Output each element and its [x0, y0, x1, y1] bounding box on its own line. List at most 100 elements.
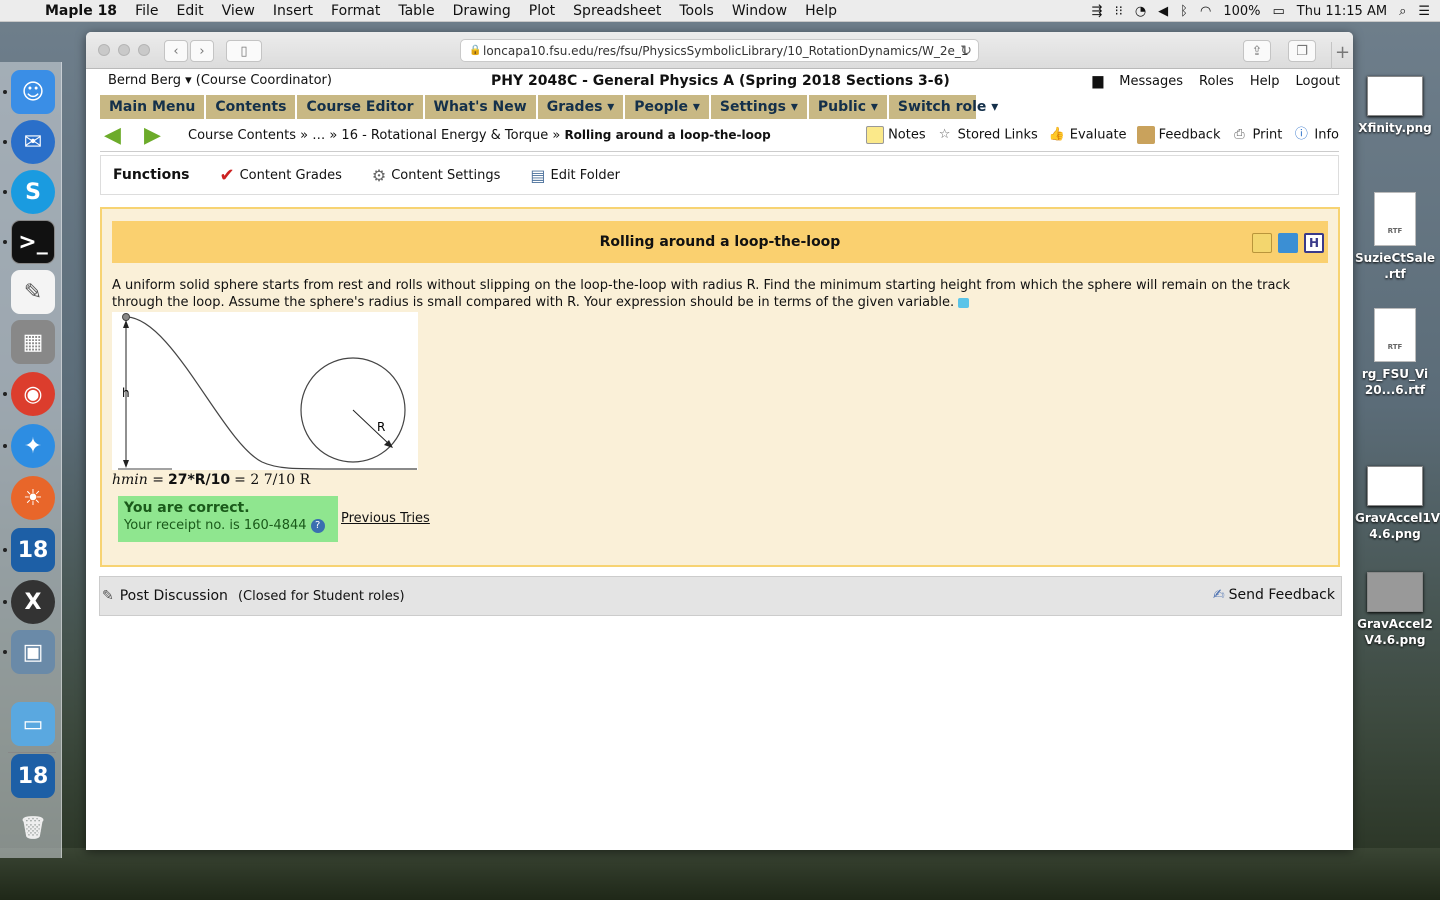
nav-people[interactable]: People ▾	[625, 95, 711, 119]
menu-view[interactable]: View	[213, 3, 264, 19]
next-arrow-icon[interactable]: ▶	[144, 124, 170, 146]
menu-help[interactable]: Help	[796, 3, 846, 19]
wifi-icon[interactable]: ◠	[1200, 4, 1211, 19]
back-button[interactable]: ‹	[164, 40, 188, 62]
history-icon[interactable]: H	[1304, 233, 1324, 253]
desktop-file-gravaccel2[interactable]: GravAccel2 V4.6.png	[1355, 572, 1435, 648]
menu-spreadsheet[interactable]: Spreadsheet	[564, 3, 670, 19]
printer-icon: ⎙	[1234, 127, 1245, 142]
content-grades-link[interactable]: ✔ Content Grades	[220, 165, 342, 186]
nav-public[interactable]: Public ▾	[809, 95, 889, 119]
menu-window[interactable]: Window	[723, 3, 796, 19]
correct-title: You are correct.	[124, 500, 250, 516]
nav-switch-role[interactable]: Switch role ▾	[889, 95, 1010, 119]
share-button[interactable]: ⇪	[1243, 40, 1271, 62]
maple-document-icon[interactable]: 18	[11, 754, 55, 798]
bluetooth-icon[interactable]: ᛒ	[1180, 4, 1188, 19]
help-icon[interactable]: ?	[310, 518, 325, 533]
battery-icon[interactable]: ▭	[1273, 4, 1285, 19]
tabs-overview-button[interactable]: ❐	[1288, 40, 1316, 62]
desktop-file-suzie[interactable]: RTF SuzieCtSale .rtf	[1355, 192, 1435, 282]
logout-link[interactable]: Logout	[1295, 74, 1340, 89]
messages-link[interactable]: Messages	[1119, 74, 1183, 89]
thumbs-up-icon: 👍	[1048, 127, 1065, 142]
menu-file[interactable]: File	[126, 3, 167, 19]
desktop-file-xfinity[interactable]: Xfinity.png	[1355, 76, 1435, 136]
menu-app-name[interactable]: Maple 18	[36, 3, 126, 19]
comment-icon[interactable]	[958, 297, 970, 308]
forward-button[interactable]: ›	[190, 40, 214, 62]
new-tab-button[interactable]: +	[1331, 42, 1353, 69]
desktop-file-gravaccel1[interactable]: GravAccel1V 4.6.png	[1355, 466, 1440, 542]
nav-grades[interactable]: Grades ▾	[538, 95, 626, 119]
nav-main-menu[interactable]: Main Menu	[100, 95, 207, 119]
x11-icon[interactable]: X	[11, 580, 55, 624]
rtf-document-icon: RTF	[1374, 308, 1416, 362]
menu-table[interactable]: Table	[389, 3, 443, 19]
edit-folder-label: Edit Folder	[550, 167, 620, 183]
close-window-button[interactable]	[98, 44, 110, 56]
zoom-window-button[interactable]	[138, 44, 150, 56]
print-tool[interactable]: ⎙ Print	[1230, 126, 1282, 144]
send-feedback-button[interactable]: ✍ Send Feedback	[1213, 587, 1335, 603]
user-info[interactable]: Bernd Berg ▾ (Course Coordinator)	[108, 73, 332, 88]
folder-icon[interactable]: ▭	[11, 702, 55, 746]
stored-links-tool[interactable]: ☆ Stored Links	[936, 126, 1038, 144]
nav-contents[interactable]: Contents	[206, 95, 298, 119]
edit-problem-icon[interactable]	[1278, 233, 1298, 253]
previous-arrow-icon[interactable]: ◀	[104, 124, 130, 146]
terminal-icon[interactable]: >_	[11, 220, 55, 264]
post-discussion-link[interactable]: Post Discussion	[120, 588, 228, 604]
content-settings-link[interactable]: ⚙ Content Settings	[372, 166, 501, 185]
calculator-icon[interactable]: ▦	[11, 320, 55, 364]
nav-settings[interactable]: Settings ▾	[711, 95, 809, 119]
edit-folder-link[interactable]: ▤ Edit Folder	[530, 166, 620, 185]
notes-tool[interactable]: Notes	[866, 126, 926, 144]
finder-icon[interactable]: ☺	[11, 70, 55, 114]
reload-icon[interactable]: ↻	[960, 43, 972, 59]
menu-format[interactable]: Format	[322, 3, 389, 19]
chrome-icon[interactable]: ◉	[11, 372, 55, 416]
textedit-icon[interactable]: ✎	[11, 270, 55, 314]
notification-center-icon[interactable]: ☰	[1418, 4, 1430, 19]
sidebar-toggle-button[interactable]: ▯	[226, 40, 262, 62]
evaluate-label: Evaluate	[1069, 127, 1127, 143]
thunderbird-icon[interactable]: ✉	[11, 120, 55, 164]
firefox-icon[interactable]: ☀	[11, 476, 55, 520]
skype-icon[interactable]: S	[11, 170, 55, 214]
spotlight-search-icon[interactable]: ⌕	[1399, 4, 1406, 19]
nav-whats-new[interactable]: What's New	[425, 95, 538, 119]
battery-label[interactable]: 100%	[1223, 4, 1260, 19]
nav-course-editor[interactable]: Course Editor	[297, 95, 425, 119]
feedback-tool[interactable]: Feedback	[1136, 126, 1220, 144]
display-icon[interactable]: ⇶	[1092, 4, 1103, 19]
discussion-icon: ✎	[102, 588, 114, 604]
clock[interactable]: Thu 11:15 AM	[1297, 4, 1387, 19]
volume-icon[interactable]: ◀	[1158, 4, 1168, 19]
ruler-icon[interactable]	[1252, 233, 1272, 253]
user-name[interactable]: Bernd Berg	[108, 73, 181, 88]
menu-drawing[interactable]: Drawing	[444, 3, 520, 19]
remote-control-icon[interactable]: ▆	[1093, 73, 1104, 89]
roles-link[interactable]: Roles	[1199, 74, 1234, 89]
evaluate-tool[interactable]: 👍 Evaluate	[1048, 126, 1127, 144]
trash-icon[interactable]: 🗑	[11, 806, 55, 850]
breadcrumb-path[interactable]: Course Contents » … » 16 - Rotational En…	[188, 128, 560, 143]
desktop-file-fsu[interactable]: RTF rg_FSU_Vi 20...6.rtf	[1355, 308, 1435, 398]
desktop-background	[0, 848, 1440, 900]
maple-icon[interactable]: 18	[11, 528, 55, 572]
menu-insert[interactable]: Insert	[264, 3, 322, 19]
address-bar[interactable]: 🔒 loncapa10.fsu.edu/res/fsu/PhysicsSymbo…	[460, 39, 979, 62]
menu-edit[interactable]: Edit	[168, 3, 213, 19]
menu-tools[interactable]: Tools	[670, 3, 723, 19]
breadcrumb: Course Contents » … » 16 - Rotational En…	[188, 128, 771, 143]
minimize-window-button[interactable]	[118, 44, 130, 56]
time-machine-icon[interactable]: ◔	[1135, 4, 1146, 19]
preview-icon[interactable]: ▣	[11, 630, 55, 674]
menu-plot[interactable]: Plot	[520, 3, 564, 19]
safari-icon[interactable]: ✦	[11, 424, 55, 468]
info-tool[interactable]: ⓘ Info	[1292, 126, 1339, 144]
help-link[interactable]: Help	[1250, 74, 1280, 89]
previous-tries-link[interactable]: Previous Tries	[341, 511, 430, 526]
wifi-status-icon[interactable]: ⁝⁝	[1115, 4, 1123, 19]
